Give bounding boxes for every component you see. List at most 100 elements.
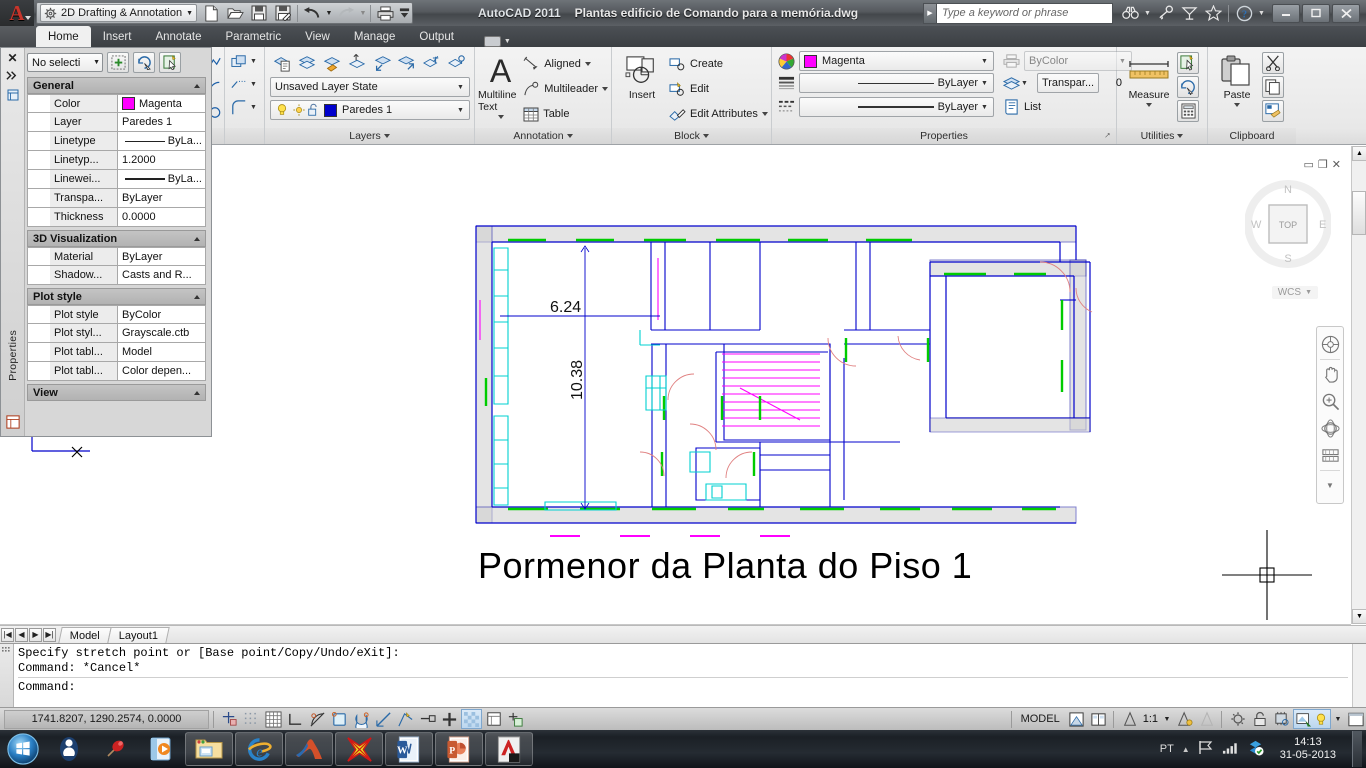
navbar-menu-button[interactable]: ▼ — [1317, 472, 1343, 499]
prop-row-linetype[interactable]: Linetype ByLa... — [27, 132, 206, 151]
powerpoint-button[interactable]: P — [435, 732, 483, 766]
next-layout-button[interactable]: ▶ — [29, 627, 42, 642]
layout-tab-model[interactable]: Model — [58, 626, 112, 643]
multiline-text-button[interactable]: A Multiline Text — [478, 51, 523, 119]
internet-explorer-button[interactable]: e — [235, 732, 283, 766]
redo-dropdown[interactable]: ▼ — [358, 3, 368, 23]
viewport-close-button[interactable]: ✕ — [1332, 158, 1341, 171]
layer-off-button[interactable] — [445, 51, 468, 74]
panel-title-layers[interactable]: Layers — [265, 128, 474, 144]
tab-annotate[interactable]: Annotate — [143, 26, 213, 47]
layer-properties-button[interactable] — [270, 51, 293, 74]
search-expand-button[interactable]: ▶ — [923, 2, 937, 24]
prop-row-plot-style[interactable]: Plot style ByColor — [27, 305, 206, 324]
block-edit-button[interactable]: Edit — [669, 77, 768, 101]
annotation-scale-value[interactable]: 1:1 — [1141, 713, 1160, 725]
toolbar-lock-button[interactable] — [1249, 709, 1270, 729]
command-window-grip[interactable] — [0, 644, 14, 707]
key-button[interactable] — [1154, 2, 1176, 24]
plot-style-combo[interactable]: ByColor ▼ — [1024, 51, 1132, 71]
layer-freeze-button[interactable] — [420, 51, 443, 74]
prop-row-material[interactable]: Material ByLayer — [27, 247, 206, 266]
tab-insert[interactable]: Insert — [91, 26, 144, 47]
layer-previous-button[interactable] — [370, 51, 393, 74]
multileader-button[interactable]: Multileader — [523, 77, 608, 101]
block-attributes-button[interactable]: Edit Attributes — [669, 102, 768, 126]
prop-row-layer[interactable]: Layer Paredes 1 — [27, 113, 206, 132]
explorer-button[interactable] — [185, 732, 233, 766]
close-button[interactable] — [1332, 3, 1360, 23]
grid-display-toggle[interactable] — [263, 709, 284, 729]
copy-object-button[interactable] — [228, 51, 249, 72]
panel-title-block[interactable]: Block — [612, 128, 771, 144]
tab-view[interactable]: View — [293, 26, 342, 47]
dropbox-icon[interactable] — [1247, 739, 1264, 759]
prop-row-transparency[interactable]: Transpa... ByLayer — [27, 189, 206, 208]
last-layout-button[interactable]: ▶| — [43, 627, 56, 642]
prev-layout-button[interactable]: ◀ — [15, 627, 28, 642]
selection-cycling-toggle[interactable] — [505, 709, 526, 729]
layer-match-button[interactable] — [320, 51, 343, 74]
chevron-down-icon[interactable]: ▼ — [250, 104, 257, 111]
help-button[interactable]: ? — [1233, 2, 1255, 24]
tab-parametric[interactable]: Parametric — [214, 26, 294, 47]
panel-dialog-launcher[interactable]: ⭧ — [1105, 131, 1110, 141]
scroll-down-button[interactable]: ▼ — [1352, 609, 1366, 624]
tab-manage[interactable]: Manage — [342, 26, 408, 47]
first-layout-button[interactable]: |◀ — [1, 627, 14, 642]
transparency-toggle[interactable] — [461, 709, 482, 729]
match-properties-button[interactable] — [1262, 100, 1284, 122]
object-color-combo[interactable]: Magenta ▼ — [799, 51, 994, 71]
list-button[interactable]: List — [1003, 95, 1041, 119]
calculator-button[interactable] — [1177, 100, 1199, 122]
viewport-restore-button[interactable]: ❐ — [1318, 158, 1328, 171]
xfig-button[interactable] — [335, 732, 383, 766]
show-hidden-icon[interactable]: ▲ — [1182, 745, 1190, 754]
annotation-visibility-button[interactable] — [1174, 709, 1195, 729]
search-binoculars-button[interactable] — [1119, 2, 1141, 24]
ducs-toggle[interactable] — [395, 709, 416, 729]
language-indicator[interactable]: PT — [1160, 743, 1174, 755]
communication-center-button[interactable] — [1178, 2, 1200, 24]
word-button[interactable]: W — [385, 732, 433, 766]
showmotion-button[interactable] — [1317, 442, 1343, 469]
clean-screen-group[interactable] — [1293, 709, 1331, 729]
prop-row-linetype-scale[interactable]: Linetyp... 1.2000 — [27, 151, 206, 170]
panel-title-properties[interactable]: Properties ⭧ — [772, 128, 1116, 144]
layout-tab-layout1[interactable]: Layout1 — [107, 626, 170, 643]
workspace-switching-button[interactable] — [1227, 709, 1248, 729]
media-player-button[interactable] — [138, 731, 184, 767]
status-menu-button[interactable]: ▼ — [1332, 709, 1344, 729]
ribbon-minimize-group[interactable]: ▼ — [466, 36, 511, 47]
prop-row-thickness[interactable]: Thickness 0.0000 — [27, 208, 206, 227]
matlab-button[interactable] — [285, 732, 333, 766]
scroll-thumb-vertical[interactable] — [1352, 191, 1366, 235]
open-button[interactable] — [223, 3, 247, 23]
new-button[interactable] — [199, 3, 223, 23]
workspace-selector[interactable]: 2D Drafting & Annotation ▼ — [40, 4, 198, 22]
network-icon[interactable] — [1222, 741, 1239, 758]
linetype-combo[interactable]: ByLayer ▼ — [799, 73, 994, 93]
quick-view-drawings-button[interactable] — [1088, 709, 1109, 729]
quick-select-button-palette[interactable] — [159, 52, 181, 73]
help-dropdown[interactable]: ▼ — [1257, 2, 1266, 24]
undo-dropdown[interactable]: ▼ — [324, 3, 334, 23]
tab-home[interactable]: Home — [36, 26, 91, 47]
clock[interactable]: 14:13 31-05-2013 — [1272, 736, 1344, 762]
select-similar-button[interactable] — [1177, 76, 1199, 98]
plot-button[interactable] — [373, 3, 397, 23]
command-window[interactable]: Specify stretch point or [Base point/Cop… — [0, 643, 1366, 707]
user-account-button[interactable] — [46, 731, 92, 767]
prop-row-plot-style-table[interactable]: Plot styl... Grayscale.ctb — [27, 324, 206, 343]
table-button[interactable]: Table — [523, 102, 608, 126]
close-icon[interactable]: ✕ — [7, 51, 17, 65]
group-header-view[interactable]: View — [27, 384, 206, 401]
layer-isolate-button[interactable] — [395, 51, 418, 74]
hardware-acceleration-button[interactable] — [1271, 709, 1292, 729]
palette-menu-icon[interactable] — [7, 89, 19, 104]
snap-toggle[interactable] — [219, 709, 240, 729]
command-scrollbar[interactable] — [1352, 644, 1366, 707]
annotation-scale-button[interactable] — [1119, 709, 1141, 729]
paste-button[interactable]: Paste — [1212, 51, 1262, 107]
select-objects-button[interactable] — [133, 52, 155, 73]
